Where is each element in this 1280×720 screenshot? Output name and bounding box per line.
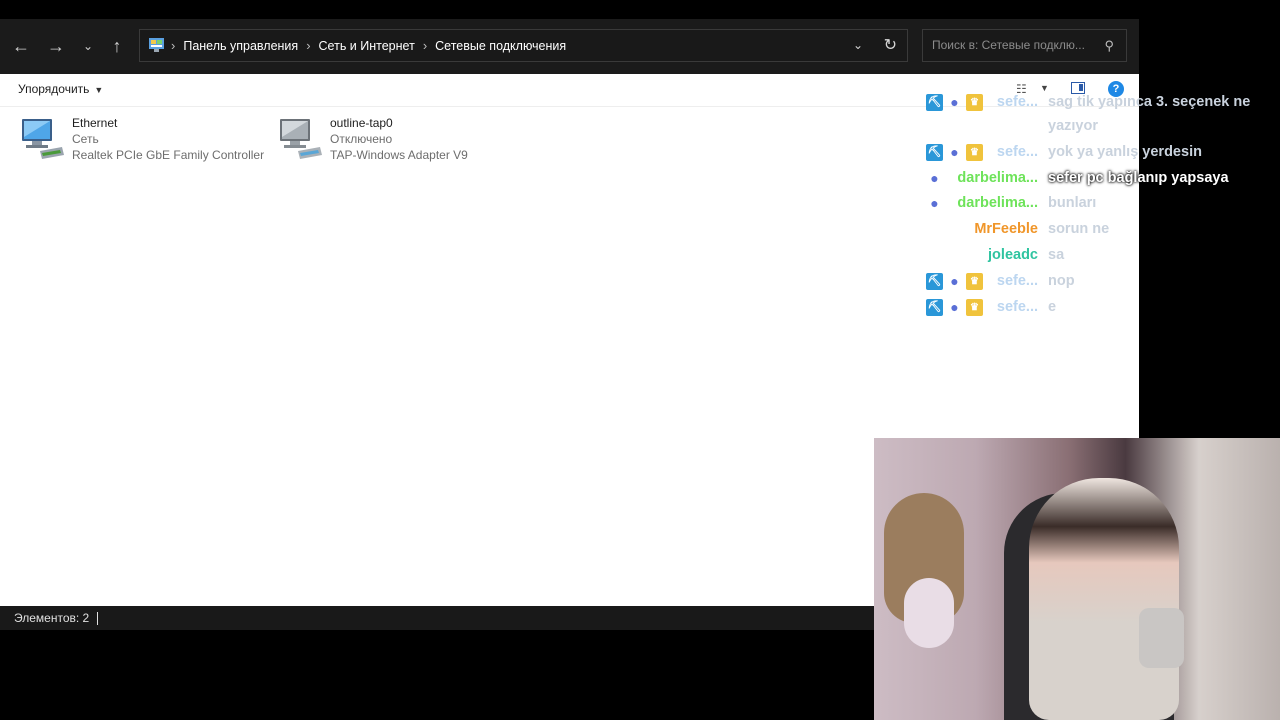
back-arrow-icon[interactable]: ←: [7, 29, 35, 63]
connection-name: Ethernet: [72, 116, 118, 130]
organize-menu-button[interactable]: Упорядочить ▼: [18, 74, 103, 105]
chat-text: bunları: [1048, 195, 1097, 211]
chat-username: joleadc: [988, 247, 1038, 263]
chat-username: sefe...: [996, 273, 1038, 289]
chat-text: yazıyor: [1048, 118, 1098, 134]
chat-text: e: [1048, 299, 1057, 315]
unicorn-toy: [904, 578, 954, 648]
chat-text: sorun ne: [1048, 221, 1110, 237]
item-count: Элементов: 2: [14, 611, 90, 625]
up-arrow-icon[interactable]: ↑: [103, 29, 131, 63]
search-input[interactable]: Поиск в: Сетевые подклю... ⚲: [922, 29, 1127, 62]
breadcrumb: › Панель управления › Сеть и Интернет › Сетев…: [171, 30, 566, 61]
address-bar-area: ← → ⌄ ↑ › Панель управления › Сеть и Интерн…: [0, 19, 1139, 74]
connection-adapter: TAP-Windows Adapter V9: [330, 148, 468, 162]
recent-locations-chevron-icon[interactable]: ⌄: [74, 29, 102, 63]
webcam-feed: [874, 438, 1280, 720]
chat-username: sefe...: [996, 144, 1038, 160]
connection-status: Сеть: [72, 132, 99, 146]
chat-username: sefe...: [996, 94, 1038, 110]
breadcrumb-separator-icon: ›: [171, 38, 176, 53]
chat-username: darbelima...: [957, 170, 1038, 186]
chat-text: sefer pc bağlanıp yapsaya: [1048, 170, 1229, 186]
search-placeholder: Поиск в: Сетевые подклю...: [932, 38, 1085, 52]
connection-name: outline-tap0: [330, 116, 393, 130]
status-divider: [97, 612, 98, 625]
organize-label: Упорядочить: [18, 82, 90, 96]
connection-text: outline-tap0 Отключено TAP-Windows Adapt…: [330, 115, 468, 163]
network-adapter-icon: [22, 119, 64, 159]
connection-adapter: Realtek PCIe GbE Family Controller: [72, 148, 265, 162]
breadcrumb-separator-icon: ›: [306, 38, 311, 53]
search-icon[interactable]: ⚲: [1104, 30, 1114, 61]
address-history-chevron-icon[interactable]: ⌄: [853, 30, 863, 61]
chat-text: sag tik yapınca 3. seçenek ne: [1048, 94, 1251, 110]
forward-arrow-icon[interactable]: →: [42, 29, 70, 63]
chat-username: MrFeeble: [974, 221, 1038, 237]
chat-overlay: ⛏ ● ♛ sefe... sag tik yapınca 3. seçenek n…: [924, 88, 1280, 328]
address-field[interactable]: › Панель управления › Сеть и Интернет › Сетев…: [139, 29, 908, 62]
connection-text: Ethernet Сеть Realtek PCIe GbE Family Co…: [72, 115, 264, 163]
control-panel-icon: [149, 38, 164, 52]
breadcrumb-item[interactable]: Сетевые подключения: [435, 39, 566, 53]
caret-down-icon: ▼: [94, 85, 104, 95]
chat-username: darbelima...: [957, 195, 1038, 211]
chat-text: nop: [1048, 273, 1075, 289]
refresh-icon[interactable]: ↻: [884, 30, 897, 61]
breadcrumb-item[interactable]: Сеть и Интернет: [319, 39, 415, 53]
breadcrumb-item[interactable]: Панель управления: [183, 39, 298, 53]
network-adapter-disabled-icon: [280, 119, 322, 159]
breadcrumb-separator-icon: ›: [422, 38, 428, 53]
connection-status: Отключено: [330, 132, 393, 146]
person: [1029, 478, 1179, 720]
chat-text: yok ya yanlış yerdesin: [1048, 144, 1202, 160]
microphone: [1139, 608, 1184, 668]
chat-text: sa: [1048, 247, 1065, 263]
chat-username: sefe...: [996, 299, 1038, 315]
